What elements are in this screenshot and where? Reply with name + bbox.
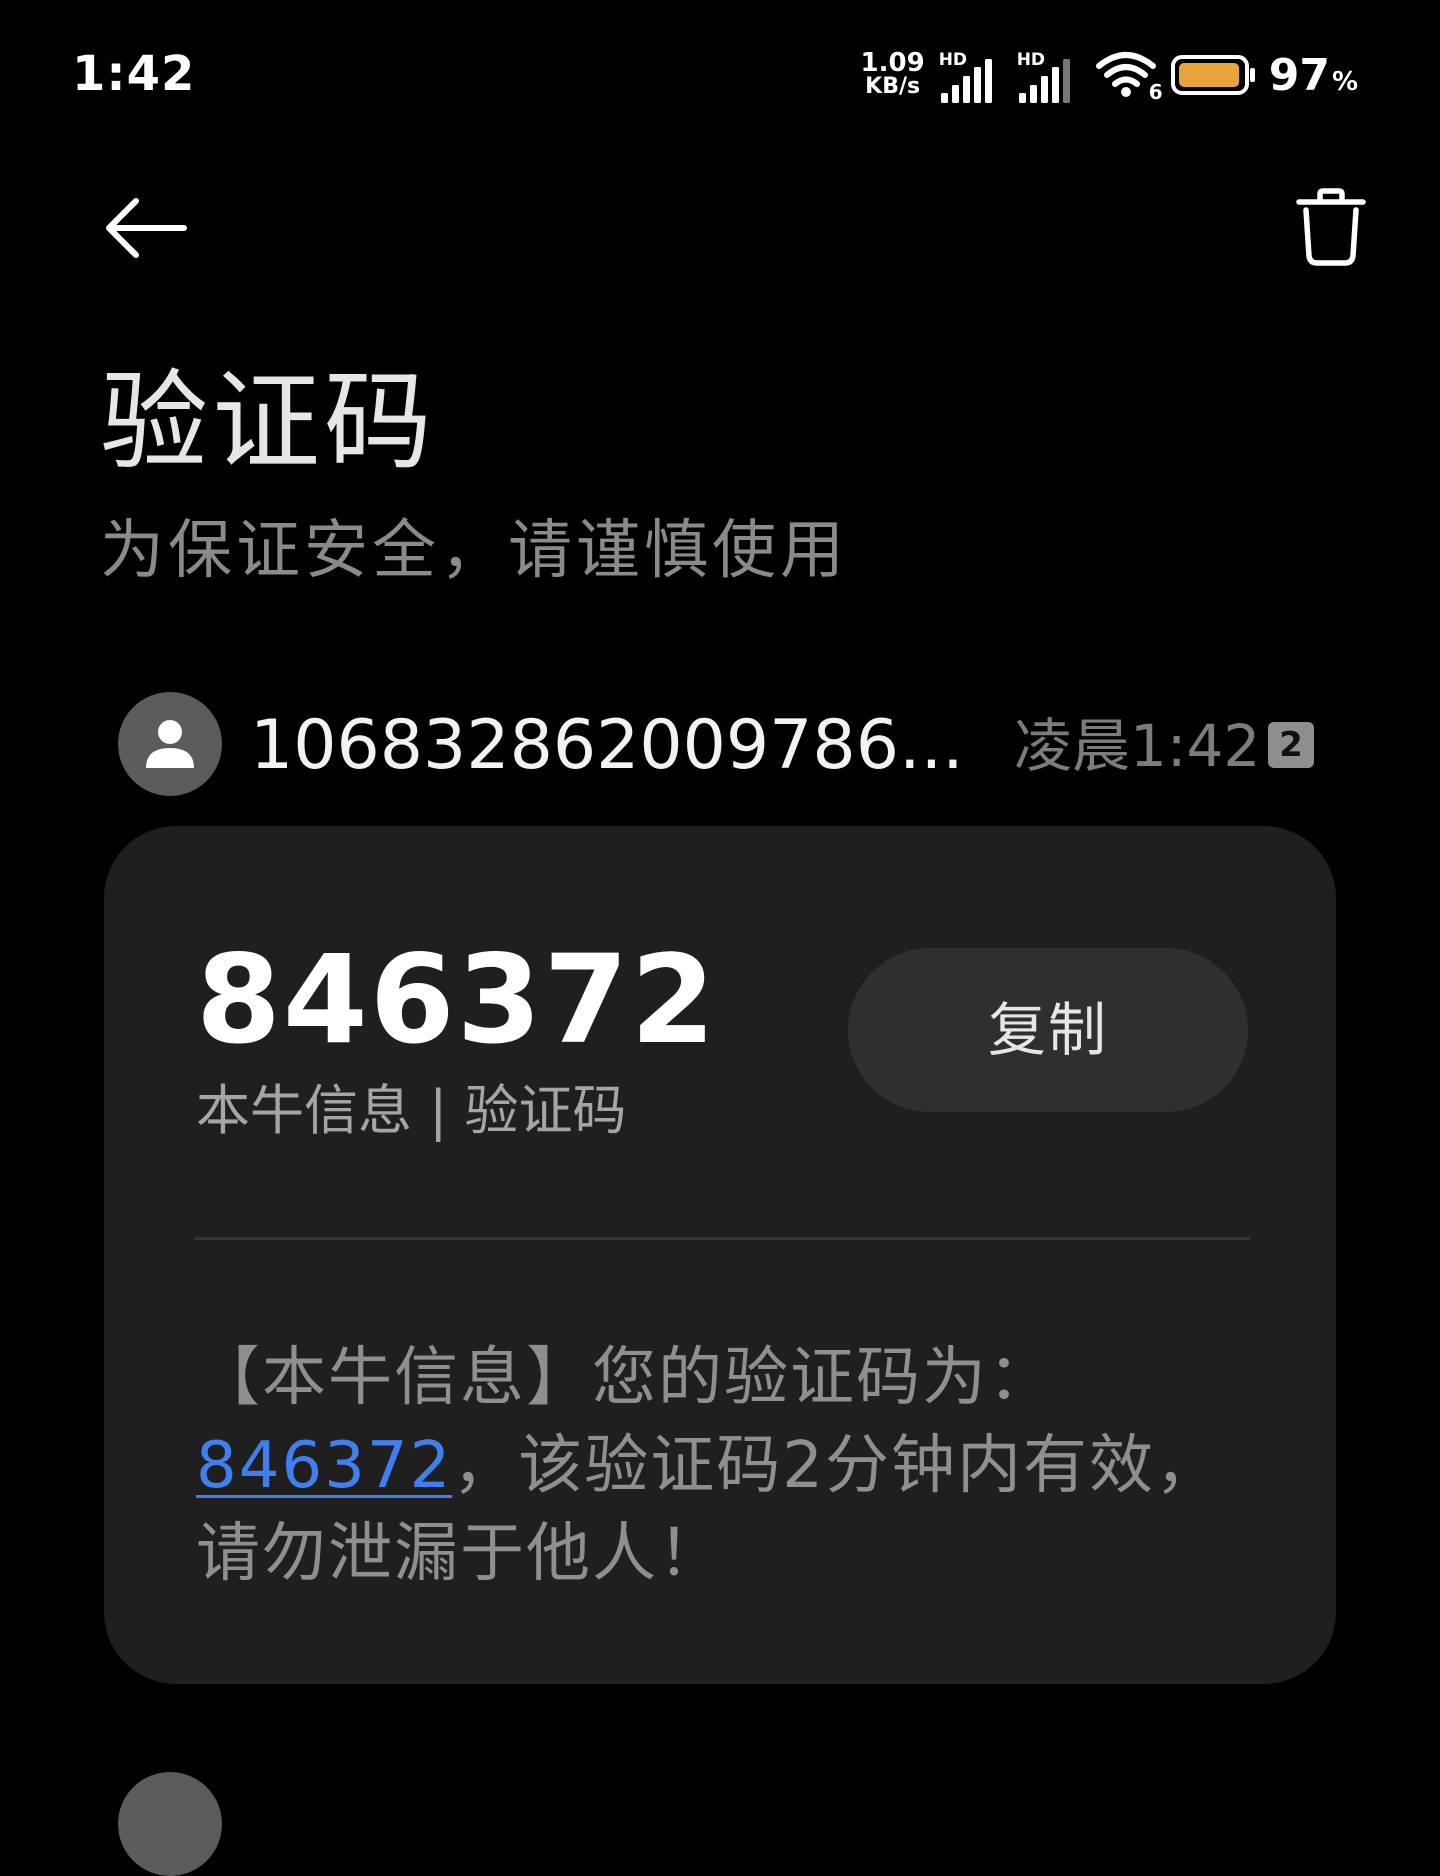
message-line: 请勿泄漏于他人！ [196, 1517, 724, 1591]
code-link[interactable]: 846372 [196, 1429, 452, 1503]
avatar[interactable] [118, 692, 222, 796]
message-line: 846372，该验证码2分钟内有效， [196, 1422, 1236, 1510]
message-line: 【本牛信息】您的验证码为： [196, 1341, 1054, 1415]
status-icons: 1.09 KB/s HD HD 6 97 % [861, 40, 1358, 110]
battery-percent-unit: % [1331, 66, 1358, 97]
network-speed-unit: KB/s [865, 74, 921, 99]
sim-badge: 2 [1268, 722, 1314, 768]
page-subtitle: 为保证安全，请谨慎使用 [100, 514, 848, 588]
network-speed: 1.09 KB/s [860, 48, 925, 99]
network-speed-value: 1.09 [860, 48, 925, 78]
back-button[interactable] [98, 190, 194, 266]
copy-button[interactable]: 复制 [848, 948, 1248, 1112]
arrow-left-icon [106, 198, 187, 258]
message-text: ，该验证码2分钟内有效， [452, 1429, 1222, 1503]
avatar[interactable] [118, 1772, 222, 1876]
signal-sim2-icon: HD [1017, 45, 1081, 105]
code-source: 本牛信息 | 验证码 [196, 1079, 627, 1142]
message-body: 【本牛信息】您的验证码为： 846372，该验证码2分钟内有效， 请勿泄漏于他人… [196, 1334, 1236, 1598]
status-time: 1:42 [72, 46, 196, 102]
battery-indicator: 97 % [1170, 50, 1358, 101]
battery-icon [1170, 55, 1255, 95]
status-bar: 1:42 1.09 KB/s HD HD 6 97 % [0, 0, 1440, 150]
sender-number[interactable]: 106832862009786... [250, 706, 970, 786]
delete-button[interactable] [1286, 182, 1376, 272]
message-card[interactable]: 846372 本牛信息 | 验证码 复制 【本牛信息】您的验证码为： 84637… [104, 826, 1336, 1684]
verification-code: 846372 [196, 929, 718, 1071]
wifi-generation-label: 6 [1148, 80, 1163, 104]
wifi-icon: 6 [1095, 50, 1163, 104]
battery-percentage: 97 % [1269, 50, 1358, 101]
page-title: 验证码 [100, 360, 437, 485]
divider [194, 1237, 1250, 1240]
trash-icon [1296, 188, 1366, 266]
person-icon [146, 720, 194, 768]
signal-sim1-icon: HD [939, 45, 1003, 105]
battery-percent-value: 97 [1268, 49, 1330, 101]
message-time: 凌晨1:42 [1014, 712, 1261, 780]
